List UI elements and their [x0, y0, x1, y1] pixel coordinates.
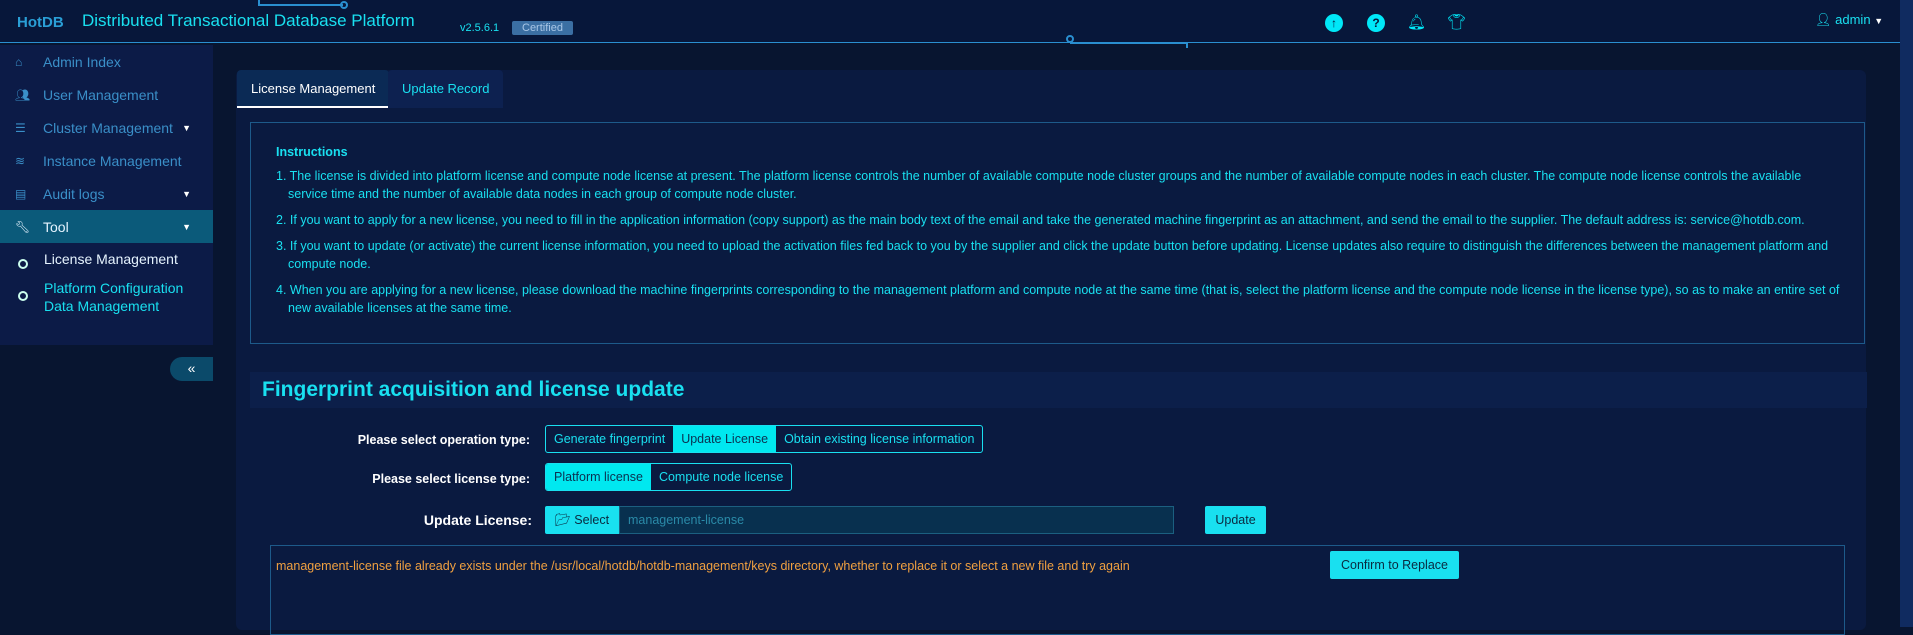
chevron-down-icon: ▼	[182, 122, 191, 133]
tab-license-management[interactable]: License Management	[237, 70, 390, 108]
sidebar-item-label: Tool	[43, 218, 69, 235]
wrench-icon: 🔧︎	[15, 219, 31, 234]
user-icon: 👤︎	[1815, 12, 1832, 27]
replace-warning-message: management-license file already exists u…	[276, 559, 1130, 573]
chevron-down-icon: ▼	[1874, 16, 1884, 26]
scrollbar[interactable]	[1900, 0, 1913, 627]
home-icon: ⌂	[15, 54, 23, 69]
update-license-label: Update License:	[423, 512, 532, 528]
op-obtain-license-info[interactable]: Obtain existing license information	[776, 426, 982, 452]
instruction-item: 3. If you want to update (or activate) t…	[276, 239, 1829, 271]
sidebar-item-label: Audit logs	[43, 185, 105, 202]
op-generate-fingerprint[interactable]: Generate fingerprint	[546, 426, 673, 452]
chevron-down-icon: ▼	[182, 188, 191, 199]
sidebar-subitem-license-management[interactable]: License Management	[0, 251, 213, 279]
type-compute-node-license[interactable]: Compute node license	[651, 464, 791, 490]
user-menu[interactable]: 👤︎ admin ▼	[1815, 12, 1883, 28]
sidebar-item-label: Admin Index	[43, 53, 121, 70]
instruction-item: 1. The license is divided into platform …	[276, 169, 1802, 201]
upload-icon[interactable]: ↑	[1325, 14, 1343, 32]
license-type-group: Platform license Compute node license	[545, 463, 793, 491]
app-title: Distributed Transactional Database Platf…	[82, 11, 415, 30]
sidebar-item-tool[interactable]: 🔧︎ Tool ▼	[0, 210, 213, 243]
log-icon: ▤	[15, 186, 27, 201]
confirm-replace-button[interactable]: Confirm to Replace	[1330, 551, 1459, 579]
top-header: HotDB Distributed Transactional Database…	[0, 0, 1911, 43]
instructions-title: Instructions	[276, 145, 348, 159]
decor-line	[258, 0, 343, 6]
database-icon: ≋	[15, 153, 26, 168]
sidebar-subitem-label: License Management	[44, 251, 178, 267]
sidebar-subitem-label: Platform Configuration Data Management	[44, 280, 184, 314]
decor-dot	[340, 1, 348, 9]
circle-icon	[18, 291, 28, 301]
bell-icon[interactable]: 🔔︎	[1407, 14, 1426, 32]
chevron-down-icon: ▼	[182, 221, 191, 232]
version: v2.5.6.1	[460, 22, 500, 34]
instruction-item: 2. If you want to apply for a new licens…	[276, 213, 1805, 227]
select-file-button[interactable]: 📂︎ Select	[545, 506, 619, 534]
theme-shirt-icon[interactable]: 👕︎	[1447, 14, 1466, 32]
instructions-box: Instructions 1. The license is divided i…	[250, 122, 1865, 344]
sidebar-item-label: Instance Management	[43, 152, 182, 169]
sidebar-item-instance-management[interactable]: ≋ Instance Management	[0, 144, 213, 177]
sidebar: ⌂ Admin Index 👥︎ User Management ☰ Cluster …	[0, 45, 213, 345]
decor-line	[1070, 42, 1188, 48]
select-label: Select	[574, 513, 610, 527]
type-platform-license[interactable]: Platform license	[546, 464, 651, 490]
collapse-sidebar-button[interactable]: «	[170, 357, 213, 381]
file-input[interactable]: management-license	[619, 506, 1174, 534]
sidebar-item-admin-index[interactable]: ⌂ Admin Index	[0, 45, 213, 78]
certified-badge: Certified	[512, 21, 573, 35]
logo: HotDB	[17, 14, 64, 31]
section-title: Fingerprint acquisition and license upda…	[250, 372, 1867, 408]
sidebar-item-audit-logs[interactable]: ▤ Audit logs ▼	[0, 177, 213, 210]
operation-type-label: Please select operation type:	[357, 433, 530, 447]
sidebar-item-label: User Management	[43, 86, 159, 103]
operation-type-group: Generate fingerprint Update License Obta…	[545, 425, 984, 453]
license-type-label: Please select license type:	[372, 472, 530, 486]
sidebar-item-label: Cluster Management	[43, 119, 173, 136]
folder-icon: 📂︎	[554, 513, 571, 527]
username: admin	[1835, 12, 1871, 27]
tab-update-record[interactable]: Update Record	[388, 70, 504, 108]
circle-icon	[18, 259, 28, 269]
sidebar-subitem-platform-configuration[interactable]: Platform Configuration Data Management	[0, 279, 213, 314]
users-icon: 👥︎	[15, 87, 31, 102]
help-icon[interactable]: ?	[1367, 14, 1385, 32]
server-icon: ☰	[15, 120, 26, 135]
instruction-item: 4. When you are applying for a new licen…	[276, 283, 1840, 315]
sidebar-item-user-management[interactable]: 👥︎ User Management	[0, 78, 213, 111]
decor-dot	[1066, 35, 1074, 43]
update-button[interactable]: Update	[1205, 506, 1266, 534]
op-update-license[interactable]: Update License	[673, 426, 777, 452]
sidebar-item-cluster-management[interactable]: ☰ Cluster Management ▼	[0, 111, 213, 144]
